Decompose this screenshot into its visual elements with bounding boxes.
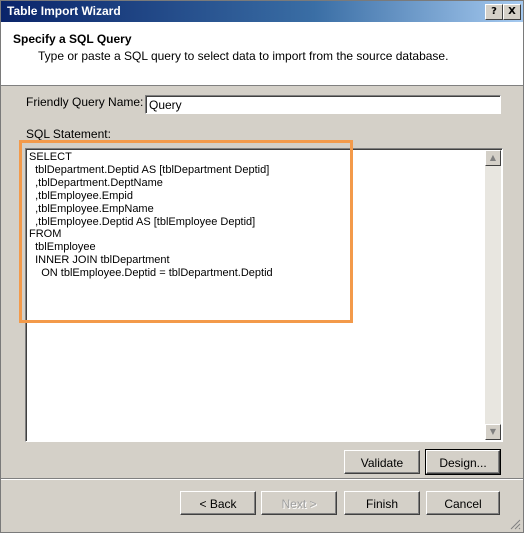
cancel-button[interactable]: Cancel xyxy=(426,491,500,515)
finish-button[interactable]: Finish xyxy=(344,491,420,515)
back-button[interactable]: < Back xyxy=(180,491,256,515)
sql-line: ,tblEmployee.Deptid AS [tblEmployee Dept… xyxy=(29,215,256,228)
finish-label: Finish xyxy=(365,497,398,511)
sql-line: FROM xyxy=(29,228,62,241)
help-icon[interactable]: ? xyxy=(485,4,503,20)
sql-line: INNER JOIN tblDepartment xyxy=(29,254,170,267)
step-description: Type or paste a SQL query to select data… xyxy=(38,49,449,63)
friendly-name-input[interactable]: Query xyxy=(145,95,501,114)
cancel-label: Cancel xyxy=(444,497,482,511)
wizard-header: Specify a SQL Query Type or paste a SQL … xyxy=(1,22,523,86)
title-bar[interactable]: Table Import Wizard ? X xyxy=(1,1,523,22)
sql-line: tblDepartment.Deptid AS [tblDepartment D… xyxy=(29,163,270,176)
validate-label: Validate xyxy=(360,456,404,470)
sql-line: tblEmployee xyxy=(29,241,96,254)
window-title: Table Import Wizard xyxy=(7,4,121,18)
sql-line: ON tblEmployee.Deptid = tblDepartment.De… xyxy=(29,267,273,280)
sql-line: ,tblEmployee.EmpName xyxy=(29,202,154,215)
sql-line: ,tblEmployee.Empid xyxy=(29,189,133,202)
design-label: Design... xyxy=(439,456,487,470)
back-label: < Back xyxy=(199,497,237,511)
sql-scrollbar[interactable]: ▲ ▼ xyxy=(485,150,501,440)
validate-button[interactable]: Validate xyxy=(344,450,420,474)
sql-statement-text: SELECT tblDepartment.Deptid AS [tblDepar… xyxy=(29,151,273,280)
friendly-name-value: Query xyxy=(149,98,182,112)
scroll-down-icon[interactable]: ▼ xyxy=(485,424,501,440)
scroll-up-icon[interactable]: ▲ xyxy=(485,150,501,166)
sql-line: ,tblDepartment.DeptName xyxy=(29,176,163,189)
table-import-wizard-window: Table Import Wizard ? X Specify a SQL Qu… xyxy=(0,0,524,533)
design-button[interactable]: Design... xyxy=(425,449,501,475)
sql-line: SELECT xyxy=(29,151,72,163)
footer-separator xyxy=(1,478,523,480)
close-icon[interactable]: X xyxy=(503,4,521,20)
friendly-name-label: Friendly Query Name: xyxy=(26,95,144,109)
sql-statement-textarea[interactable]: SELECT tblDepartment.Deptid AS [tblDepar… xyxy=(25,148,503,442)
next-button[interactable]: Next > xyxy=(261,491,337,515)
step-title: Specify a SQL Query xyxy=(13,32,132,46)
next-label: Next > xyxy=(281,497,317,511)
sql-statement-label: SQL Statement: xyxy=(26,127,111,141)
resize-grip-icon[interactable] xyxy=(509,518,521,530)
